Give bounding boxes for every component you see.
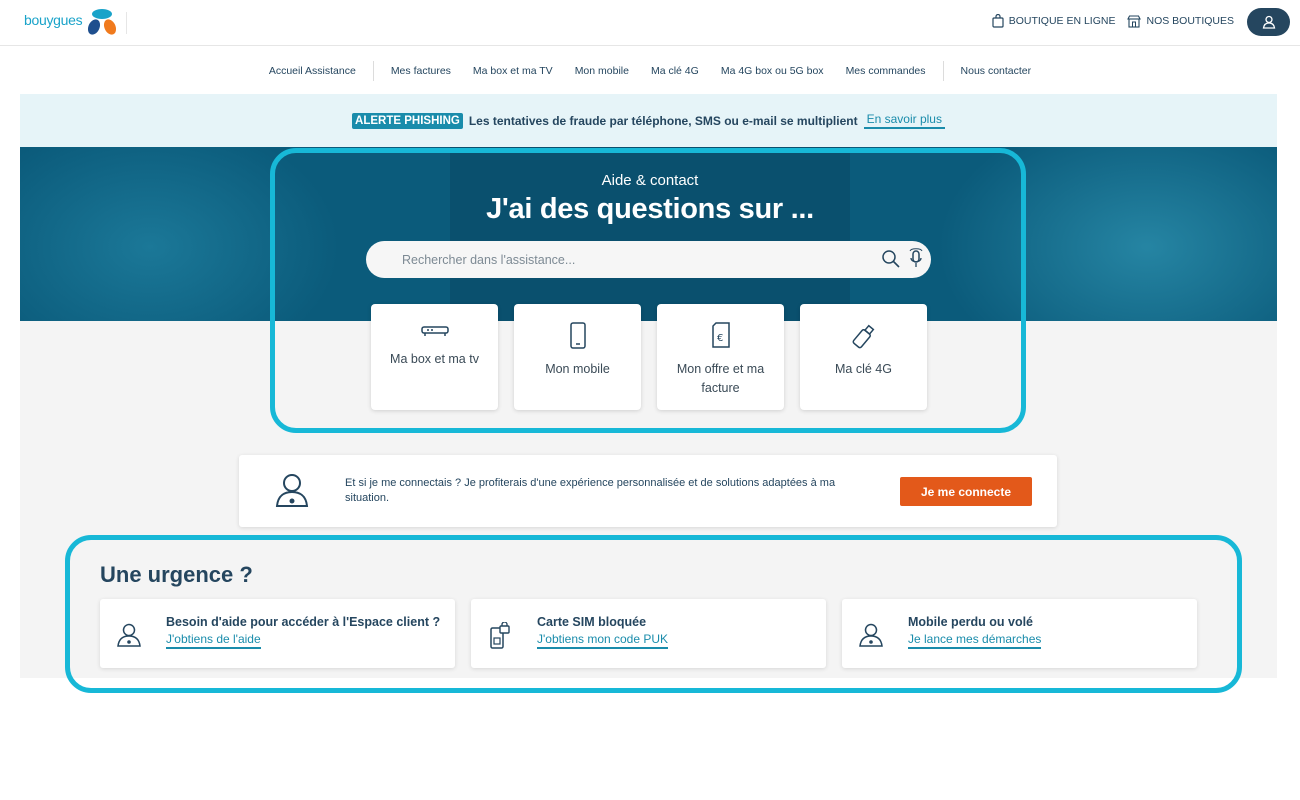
- nav-item-contact[interactable]: Nous contacter: [950, 65, 1043, 77]
- nav-item-box-tv[interactable]: Ma box et ma TV: [462, 65, 564, 77]
- alert-learn-more-link[interactable]: En savoir plus: [863, 112, 945, 129]
- brand-logo-icon: [88, 9, 117, 35]
- login-prompt-text: Et si je me connectais ? Je profiterais …: [345, 477, 836, 504]
- user-icon: [1262, 15, 1275, 29]
- nav-item-4g-5g-box[interactable]: Ma 4G box ou 5G box: [710, 65, 835, 77]
- main-nav: Accueil Assistance Mes factures Ma box e…: [0, 47, 1300, 94]
- shop-online-label: BOUTIQUE EN LIGNE: [1008, 15, 1116, 27]
- highlight-frame-hero: [270, 148, 1026, 433]
- alert-text: Les tentatives de fraude par téléphone, …: [468, 113, 858, 128]
- highlight-frame-urgence: [65, 535, 1242, 693]
- shop-online-link[interactable]: BOUTIQUE EN LIGNE: [992, 14, 1116, 28]
- store-icon: [1127, 14, 1142, 28]
- nav-item-commandes[interactable]: Mes commandes: [835, 65, 937, 77]
- brand-name: bouygues: [24, 12, 83, 28]
- login-button[interactable]: Je me connecte: [900, 477, 1032, 506]
- alert-badge: ALERTE PHISHING: [352, 112, 463, 129]
- account-button[interactable]: [1247, 8, 1290, 36]
- nav-item-accueil-assistance[interactable]: Accueil Assistance: [258, 65, 367, 77]
- our-stores-label: NOS BOUTIQUES: [1146, 15, 1234, 27]
- logo-divider: [126, 12, 127, 34]
- nav-divider: [372, 60, 374, 81]
- nav-item-cle-4g[interactable]: Ma clé 4G: [640, 65, 710, 77]
- phishing-alert-banner: ALERTE PHISHING Les tentatives de fraude…: [20, 94, 1277, 147]
- shopping-bag-icon: [992, 14, 1004, 28]
- user-avatar-icon: [275, 474, 309, 507]
- top-bar: bouygues BOUTIQUE EN LIGNE NOS BOUTIQUES: [0, 0, 1300, 46]
- top-links: BOUTIQUE EN LIGNE NOS BOUTIQUES: [992, 14, 1234, 28]
- nav-divider: [942, 60, 944, 81]
- login-prompt-box: Et si je me connectais ? Je profiterais …: [239, 455, 1057, 527]
- nav-item-mes-factures[interactable]: Mes factures: [380, 65, 462, 77]
- bouygues-logo[interactable]: bouygues: [24, 8, 122, 38]
- nav-item-mobile[interactable]: Mon mobile: [564, 65, 640, 77]
- our-stores-link[interactable]: NOS BOUTIQUES: [1127, 14, 1234, 28]
